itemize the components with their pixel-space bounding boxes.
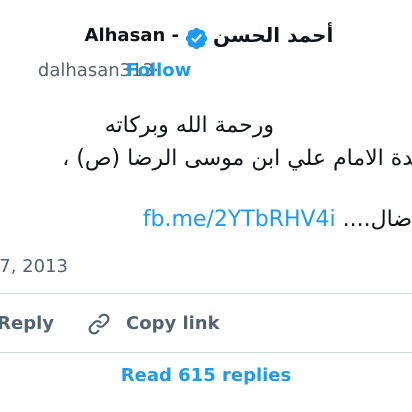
verified-badge-icon [185,27,208,50]
tweet-text-line-2: بدة الامام علي ابن موسى الرضا (ص) ، [62,146,412,171]
read-replies-button[interactable]: Read 615 replies [0,365,412,386]
tweet-date[interactable]: 7, 2013 [0,256,68,277]
tweet-text-line-3-tail: ضال.... [342,207,412,232]
tweet-text-line-1: ورحمة الله وبركاته [104,113,274,138]
tweet-card: Alhasan - أحمد الحسن dalhasan313 · Follo… [0,0,412,412]
tweet-text-line-3: fb.me/2YTbRHV4i ضال.... [143,207,412,232]
link-icon[interactable] [86,311,112,337]
tweet-link[interactable]: fb.me/2YTbRHV4i [143,207,336,232]
author-display-name-en: Alhasan - [84,25,179,46]
reply-button[interactable]: Reply [0,313,54,334]
author-display-name[interactable]: Alhasan - [85,25,179,46]
author-display-name-ar[interactable]: أحمد الحسن [213,23,333,47]
divider-top [0,293,412,294]
follow-button[interactable]: Follow [126,60,191,81]
copy-link-button[interactable]: Copy link [126,313,220,334]
divider-bottom [0,352,412,353]
